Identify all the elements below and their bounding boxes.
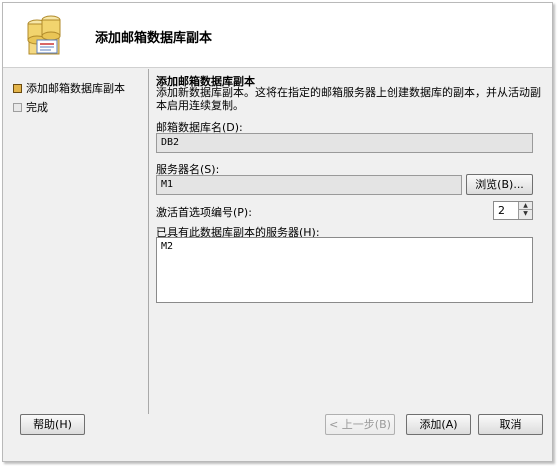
wizard-header: 添加邮箱数据库副本 xyxy=(3,3,552,68)
wizard-steps-panel: 添加邮箱数据库副本 完成 xyxy=(3,69,149,414)
step-label: 添加邮箱数据库副本 xyxy=(26,82,125,95)
section-description: 添加新数据库副本。这将在指定的邮箱服务器上创建数据库的副本，并从活动副本启用连续… xyxy=(156,86,541,112)
help-button[interactable]: 帮助(H) xyxy=(20,414,85,435)
step-label: 完成 xyxy=(26,101,48,114)
spin-up-icon[interactable]: ▲ xyxy=(518,202,532,210)
mailbox-database-icon xyxy=(27,15,61,55)
step-complete[interactable]: 完成 xyxy=(13,99,48,115)
spin-down-icon[interactable]: ▼ xyxy=(518,210,532,219)
pending-step-icon xyxy=(13,102,22,112)
wizard-title: 添加邮箱数据库副本 xyxy=(95,31,213,46)
cancel-button[interactable]: 取消 xyxy=(478,414,543,435)
preference-value: 2 xyxy=(498,204,505,217)
preference-spinner[interactable]: 2 ▲ ▼ xyxy=(493,201,533,220)
wizard-button-bar: 帮助(H) < 上一步(B) 添加(A) 取消 xyxy=(3,414,552,461)
wizard-content: 添加邮箱数据库副本 添加新数据库副本。这将在指定的邮箱服务器上创建数据库的副本，… xyxy=(150,69,552,414)
preference-label: 激活首选项编号(P): xyxy=(156,206,252,219)
add-button[interactable]: 添加(A) xyxy=(406,414,471,435)
existing-servers-list[interactable]: M2 xyxy=(156,237,533,303)
browse-button[interactable]: 浏览(B)... xyxy=(466,174,533,195)
step-add-copy[interactable]: 添加邮箱数据库副本 xyxy=(13,80,125,96)
wizard-window: 添加邮箱数据库副本 添加邮箱数据库副本 完成 添加邮箱数据库副本 添加新数据库副… xyxy=(2,2,553,462)
server-name-field[interactable]: M1 xyxy=(156,175,462,195)
back-button[interactable]: < 上一步(B) xyxy=(325,414,395,435)
db-name-field: DB2 xyxy=(156,133,533,153)
active-step-icon xyxy=(13,83,22,93)
